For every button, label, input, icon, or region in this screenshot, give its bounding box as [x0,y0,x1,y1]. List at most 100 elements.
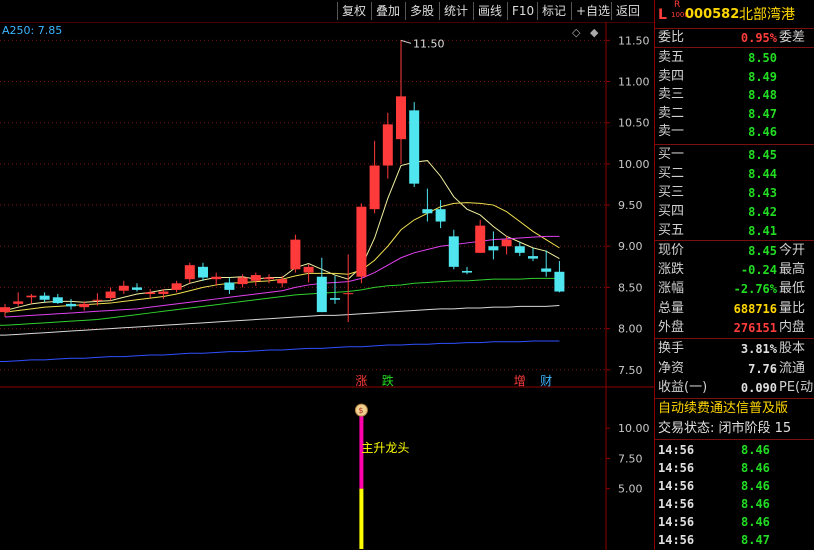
stat-label-2: 内盘 [779,319,806,335]
toolbar-button-8[interactable]: 返回 [611,2,644,20]
candle-body-down [422,209,433,214]
ask-row: 卖四 8.49 [655,68,814,86]
stat2-label-2: 流通 [779,360,806,376]
tick-time: 14:56 [658,515,695,529]
price-tick-label: 8.50 [618,281,643,294]
quote-panel: L R 1000 000582 北部湾港委比 0.95% 委差 卖五 8.50 卖四 8.49 卖三 8… [654,0,814,550]
tick-price: 8.47 [741,533,770,547]
toolbar-button-4[interactable]: 画线 [473,2,506,20]
stat2-value: 7.76 [748,361,777,376]
candle-body-up [396,96,406,140]
toolbar-button-1[interactable]: 叠加 [371,2,404,20]
toolbar-button-0[interactable]: 复权 [337,2,370,20]
candle-body-down [330,298,340,300]
candle-body-down [198,266,208,278]
tick-time: 14:56 [658,443,695,457]
bid-label: 买二 [658,166,685,181]
price-tick-label: 9.50 [618,199,643,212]
ma-line-ma10 [4,202,560,313]
indicator-tick-label: 7.50 [618,452,643,465]
candle-body-up [118,285,129,291]
weibi-row: 委比 0.95% 委差 [655,29,814,47]
ask-label: 卖五 [658,50,685,65]
ask-label: 卖三 [658,87,685,102]
indicator-annotation: 主升龙头 [361,441,409,455]
tick-time: 14:56 [658,497,695,511]
stock-header: L R 1000 000582 北部湾港 [655,0,814,26]
ask-price: 8.50 [748,51,777,65]
stat-label-2: 今开 [779,243,806,258]
money-bag-symbol: $ [358,406,363,415]
bid-label: 买一 [658,147,685,162]
tick-price: 8.46 [741,461,770,475]
stat-label-2: 最高 [779,262,806,278]
candle-body-up [92,299,103,301]
candle-body-up [250,275,261,281]
candle-body-down [316,276,327,313]
stat-value: 688716 [733,301,777,316]
bid-row: 买四 8.42 [655,203,814,221]
stat-value: 276151 [733,320,777,335]
indicator-bar-segment [359,488,364,549]
stat2-row: 换手 3.81% 股本 [655,340,814,358]
r-mark: R [674,0,681,10]
stat2-row: 净资 7.76 流通 [655,360,814,378]
tick-row: 14:56 8.46 [655,441,814,459]
candle-body-up [13,301,24,304]
ask-price: 8.48 [748,88,777,102]
stat-row: 涨跌 -0.24 最高 [655,261,814,279]
stock-name: 北部湾港 [739,7,795,23]
price-tick-label: 11.00 [618,76,650,89]
stat2-value: 0.090 [740,381,777,395]
stat-label-2: 量比 [779,300,806,316]
candle-body-up [475,225,486,253]
promo-scroll-text[interactable]: 自动续费通达信普及版 [658,400,814,418]
toolbar-button-7[interactable]: +自选 [571,2,614,20]
candle-body-down [462,270,472,273]
stat-label: 外盘 [658,319,685,335]
stat2-label-2: PE(动) [779,380,814,395]
weibi-label: 委比 [658,30,685,45]
toolbar-button-6[interactable]: 标记 [537,2,570,20]
stat-value: -0.24 [740,263,777,278]
tick-time: 14:56 [658,533,695,547]
weicha-label: 委差 [779,30,806,45]
peak-price-label: 11.50 [413,37,445,50]
stat-label: 总量 [658,300,685,316]
candle-body-up [105,291,116,299]
event-marker: 财 [540,374,552,388]
panel-separator [655,240,814,241]
stat-value: -2.76% [733,282,777,297]
candle-body-up [26,295,37,298]
candle-body-up [171,283,182,290]
stat-label-2: 最低 [779,281,806,297]
tick-row: 14:56 8.46 [655,477,814,495]
bid-label: 买三 [658,185,685,200]
candle-body-up [382,124,393,166]
stat-row: 外盘 276151 内盘 [655,319,814,337]
stat-row: 总量 688716 量比 [655,300,814,318]
candle-body-down [224,282,235,290]
tick-row: 14:56 8.46 [655,495,814,513]
tick-price: 8.46 [741,497,770,511]
diamond-fill-icon: ◆ [590,26,599,39]
tick-price: 8.46 [741,479,770,493]
candle-body-down [528,256,538,259]
ask-price: 8.46 [748,125,777,139]
toolbar-button-2[interactable]: 多股 [405,2,438,20]
candle-body-down [435,209,446,222]
toolbar-button-5[interactable]: F10 [507,2,538,20]
panel-separator [655,47,814,48]
candle-body-up [277,279,288,284]
event-marker: 增 [514,374,526,388]
peak-pointer [400,39,412,44]
candle-body-down [488,246,499,251]
bid-row: 买五 8.41 [655,222,814,240]
l-mark: L [658,7,667,23]
candle-body-down [554,271,565,292]
event-marker: 涨 [355,373,367,388]
stat-label: 现价 [658,243,685,258]
candle-body-up [501,239,512,247]
candle-body-down [448,236,459,267]
toolbar-button-3[interactable]: 统计 [439,2,472,20]
